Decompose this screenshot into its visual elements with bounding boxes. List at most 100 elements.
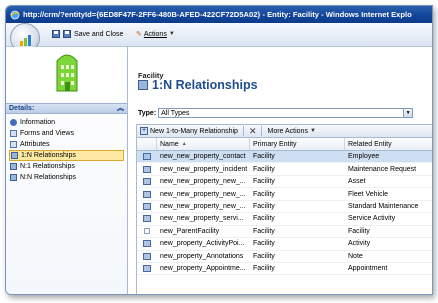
- row-icon-cell: [137, 151, 157, 162]
- save-icon: [52, 30, 60, 38]
- relationship-icon: [138, 80, 148, 90]
- row-icon-cell: [137, 188, 157, 199]
- delete-x-icon: ✕: [248, 125, 257, 136]
- cell-name: new_ParentFacility: [160, 227, 220, 235]
- column-header-label: Related Entity: [348, 140, 392, 148]
- cell-name: new_new_property_new_...: [160, 190, 246, 198]
- column-header-label: Primary Entity: [253, 140, 297, 148]
- nav-item-label: N:N Relationships: [20, 174, 77, 181]
- cell-primary-entity: Facility: [253, 165, 275, 173]
- facility-entity-icon: [56, 54, 78, 92]
- nav-item-1n-relationships[interactable]: 1:N Relationships: [9, 150, 124, 161]
- cell-primary-entity: Facility: [253, 240, 275, 248]
- details-section-header: Details: ︽: [6, 103, 127, 114]
- relationship-icon: [143, 190, 151, 198]
- table-row[interactable]: new_new_property_new_... Facility Fleet …: [137, 188, 432, 201]
- cell-related-entity: Service Activity: [348, 215, 396, 223]
- nav-item-nn-relationships[interactable]: N:N Relationships: [9, 172, 124, 183]
- cell-name: new_new_property_contact: [160, 153, 246, 161]
- main-content: Facility 1:N Relationships Type: All Typ…: [128, 47, 432, 294]
- attributes-icon: [10, 141, 17, 148]
- left-navigation: Details: ︽ Information Forms and Views A…: [6, 47, 128, 294]
- nav-item-information[interactable]: Information: [9, 117, 124, 128]
- save-close-icon: [63, 30, 71, 38]
- new-icon: +: [140, 127, 148, 135]
- type-select[interactable]: All Types ▼: [158, 108, 414, 118]
- cell-name: new_new_property_new_...: [160, 178, 246, 186]
- details-nav-list: Information Forms and Views Attributes 1…: [9, 117, 124, 183]
- relationship-icon: [10, 174, 17, 181]
- table-row[interactable]: new_ParentFacility Facility Facility: [137, 226, 432, 239]
- chevron-down-icon: ▼: [309, 128, 316, 134]
- column-header-related-entity[interactable]: Related Entity: [345, 138, 432, 150]
- column-header-name[interactable]: Name ▲: [157, 138, 250, 150]
- row-checkbox[interactable]: [144, 228, 150, 235]
- cell-name: new_property_ActivityPoi...: [160, 240, 245, 248]
- nav-item-label: Forms and Views: [20, 130, 74, 137]
- nav-item-n1-relationships[interactable]: N:1 Relationships: [9, 161, 124, 172]
- cell-primary-entity: Facility: [253, 252, 275, 260]
- row-icon-cell: [137, 226, 157, 237]
- relationship-icon: [143, 252, 151, 260]
- page-title-row: 1:N Relationships: [138, 78, 258, 92]
- cell-related-entity: Facility: [348, 227, 370, 235]
- actions-menu-button[interactable]: ✎ Actions ▼: [136, 30, 175, 39]
- title-bar: http://crm/?entityId={6ED8F47F-2FF6-480B…: [6, 6, 432, 23]
- collapse-icon[interactable]: ︽: [117, 104, 124, 114]
- cell-primary-entity: Facility: [253, 190, 275, 198]
- new-relationship-button[interactable]: + New 1-to-Many Relationship: [140, 127, 238, 135]
- cell-related-entity: Fleet Vehicle: [348, 190, 389, 198]
- relationships-grid: + New 1-to-Many Relationship ✕ More Acti…: [136, 124, 432, 294]
- type-filter: Type: All Types ▼: [138, 108, 414, 118]
- nav-item-forms-and-views[interactable]: Forms and Views: [9, 128, 124, 139]
- select-all-header[interactable]: [137, 138, 157, 150]
- type-select-value: All Types: [161, 109, 190, 117]
- forms-icon: [10, 130, 17, 137]
- cell-related-entity: Appointment: [348, 265, 388, 273]
- relationship-icon: [11, 152, 18, 159]
- save-and-close-label: Save and Close: [74, 30, 124, 38]
- table-row[interactable]: new_new_property_contact Facility Employ…: [137, 151, 432, 164]
- cell-name: new_new_property_new_...: [160, 202, 246, 210]
- crm-window: http://crm/?entityId={6ED8F47F-2FF6-480B…: [5, 5, 433, 295]
- cell-primary-entity: Facility: [253, 265, 275, 273]
- nav-item-label: Attributes: [20, 141, 50, 148]
- table-row[interactable]: new_property_Appointme... Facility Appoi…: [137, 263, 432, 276]
- cell-related-entity: Employee: [348, 153, 380, 161]
- chevron-down-icon: ▼: [168, 31, 175, 37]
- nav-item-attributes[interactable]: Attributes: [9, 139, 124, 150]
- toolbar-divider: [261, 126, 263, 136]
- table-row[interactable]: new_new_property_servi... Facility Servi…: [137, 213, 432, 226]
- cell-primary-entity: Facility: [253, 178, 275, 186]
- cell-related-entity: Activity: [348, 240, 371, 248]
- cell-name: new_property_Annotations: [160, 252, 244, 260]
- table-row[interactable]: new_new_property_new_... Facility Asset: [137, 176, 432, 189]
- actions-icon: ✎: [136, 31, 142, 38]
- relationship-icon: [143, 165, 151, 173]
- grid-header: Name ▲ Primary Entity Related Entity: [137, 138, 432, 151]
- table-row[interactable]: new_property_Annotations Facility Note: [137, 251, 432, 263]
- row-icon-cell: [137, 263, 157, 274]
- column-header-label: Name: [160, 140, 179, 148]
- table-row[interactable]: new_property_ActivityPoi... Facility Act…: [137, 238, 432, 251]
- table-row[interactable]: new_new_property_new_... Facility Standa…: [137, 201, 432, 214]
- cell-primary-entity: Facility: [253, 227, 275, 235]
- row-icon-cell: [137, 238, 157, 249]
- relationship-icon: [143, 153, 151, 161]
- more-actions-button[interactable]: More Actions ▼: [267, 128, 315, 135]
- relationship-icon: [143, 240, 151, 248]
- type-label: Type:: [138, 109, 157, 117]
- details-title: Details:: [9, 105, 35, 112]
- window-title: http://crm/?entityId={6ED8F47F-2FF6-480B…: [23, 10, 412, 19]
- dropdown-arrow-icon[interactable]: ▼: [403, 109, 413, 117]
- delete-button[interactable]: ✕: [249, 126, 257, 137]
- cell-primary-entity: Facility: [253, 215, 275, 223]
- new-relationship-label: New 1-to-Many Relationship: [150, 127, 238, 135]
- relationship-icon: [143, 265, 151, 273]
- save-and-close-button[interactable]: Save and Close: [52, 30, 123, 38]
- cell-name: new_new_property_incident: [160, 165, 248, 173]
- column-header-primary-entity[interactable]: Primary Entity: [250, 138, 345, 150]
- table-row[interactable]: new_new_property_incident Facility Maint…: [137, 163, 432, 176]
- relationship-icon: [143, 215, 151, 223]
- relationship-icon: [143, 178, 151, 186]
